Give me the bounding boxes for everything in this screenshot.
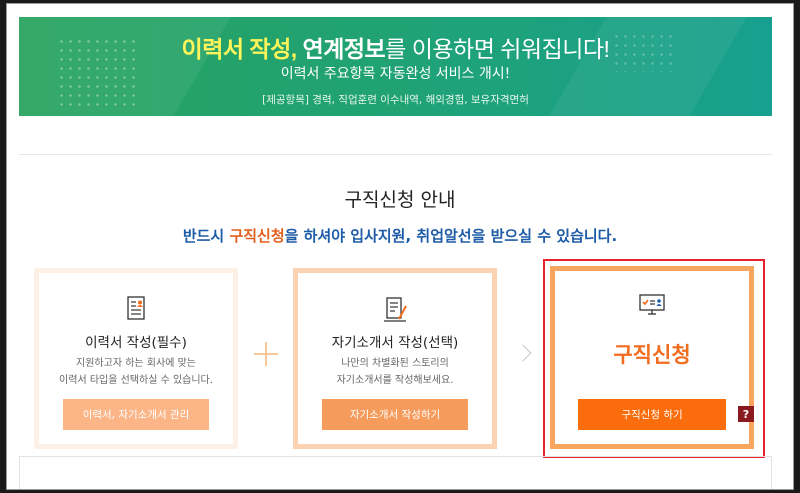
cover-letter-card: 자기소개서 작성(선택) 나만의 차별화된 스토리의 자기소개서를 작성해보세요…: [293, 268, 497, 449]
resume-card: 이력서 작성(필수) 지원하고자 하는 회사에 맞는 이력서 타입을 선택하실 …: [34, 268, 238, 449]
chevron-right-icon: [514, 344, 532, 362]
manage-resume-button[interactable]: 이력서, 자기소개서 관리: [63, 399, 209, 430]
apply-job-button[interactable]: 구직신청 하기: [578, 399, 726, 430]
cover-letter-icon: [384, 297, 407, 322]
help-button[interactable]: ?: [738, 406, 754, 422]
banner-title: 이력서 작성, 연계정보를 이용하면 쉬워집니다!: [181, 36, 610, 62]
job-application-card: 구직신청 구직신청 하기 ?: [550, 266, 754, 449]
card-description: 지원하고자 하는 회사에 맞는 이력서 타입을 선택하실 수 있습니다.: [59, 358, 213, 386]
plus-icon: [254, 342, 278, 366]
section-title: 구직신청 안내: [344, 189, 456, 211]
write-cover-letter-button[interactable]: 자기소개서 작성하기: [322, 399, 468, 430]
monitor-check-icon: [639, 294, 665, 315]
card-title: 자기소개서 작성(선택): [331, 335, 459, 351]
banner-note: [제공항목] 경력, 직업훈련 이수내역, 해외경험, 보유자격면허: [262, 94, 529, 106]
page-frame: 이력서 작성, 연계정보를 이용하면 쉬워집니다! 이력서 주요항목 자동완성 …: [6, 3, 794, 490]
banner-subtitle: 이력서 주요항목 자동완성 서비스 개시!: [280, 66, 511, 82]
resume-icon: [127, 296, 145, 320]
card-description: 나만의 차별화된 스토리의 자기소개서를 작성해보세요.: [336, 358, 454, 386]
card-title: 이력서 작성(필수): [85, 335, 187, 351]
card-title: 구직신청: [613, 343, 691, 367]
section-description: 반드시 구직신청을 하셔야 입사지원, 취업알선을 받으실 수 있습니다.: [182, 227, 618, 245]
bottom-panel: [19, 456, 772, 489]
promo-banner[interactable]: 이력서 작성, 연계정보를 이용하면 쉬워집니다! 이력서 주요항목 자동완성 …: [19, 17, 772, 116]
section-divider: [19, 154, 772, 155]
